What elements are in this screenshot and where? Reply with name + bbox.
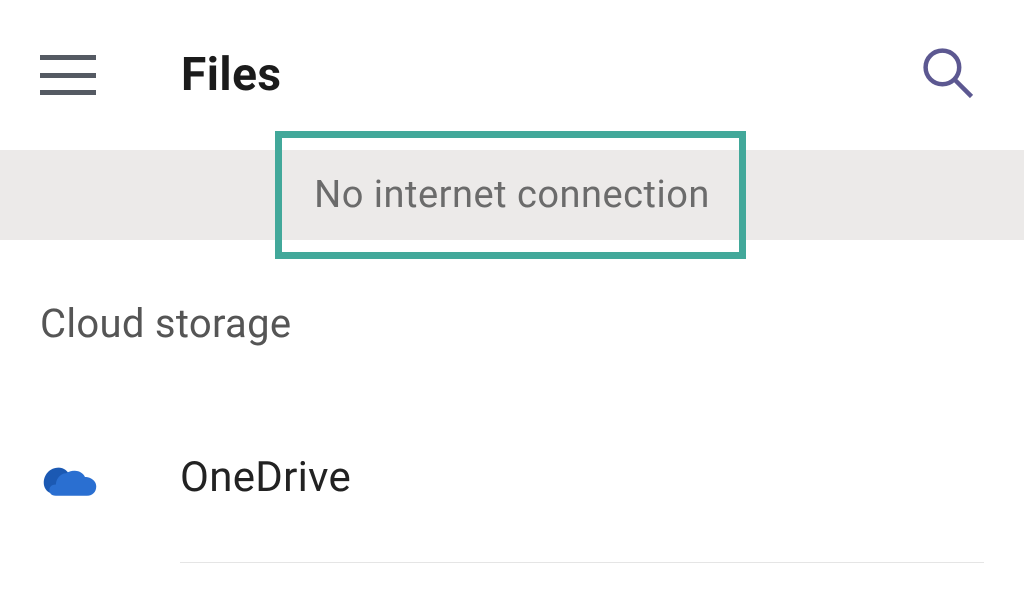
- highlight-box: [275, 131, 746, 259]
- divider: [180, 562, 984, 563]
- search-icon[interactable]: [912, 37, 984, 113]
- content-area: Cloud storage OneDrive: [0, 240, 1024, 563]
- section-title: Cloud storage: [40, 300, 984, 347]
- offline-banner: No internet connection: [0, 150, 1024, 240]
- menu-icon[interactable]: [40, 55, 96, 95]
- storage-item-onedrive[interactable]: OneDrive: [40, 447, 984, 507]
- app-header: Files: [0, 0, 1024, 150]
- storage-item-label: OneDrive: [180, 453, 351, 502]
- page-title: Files: [181, 48, 912, 102]
- onedrive-icon: [40, 447, 100, 507]
